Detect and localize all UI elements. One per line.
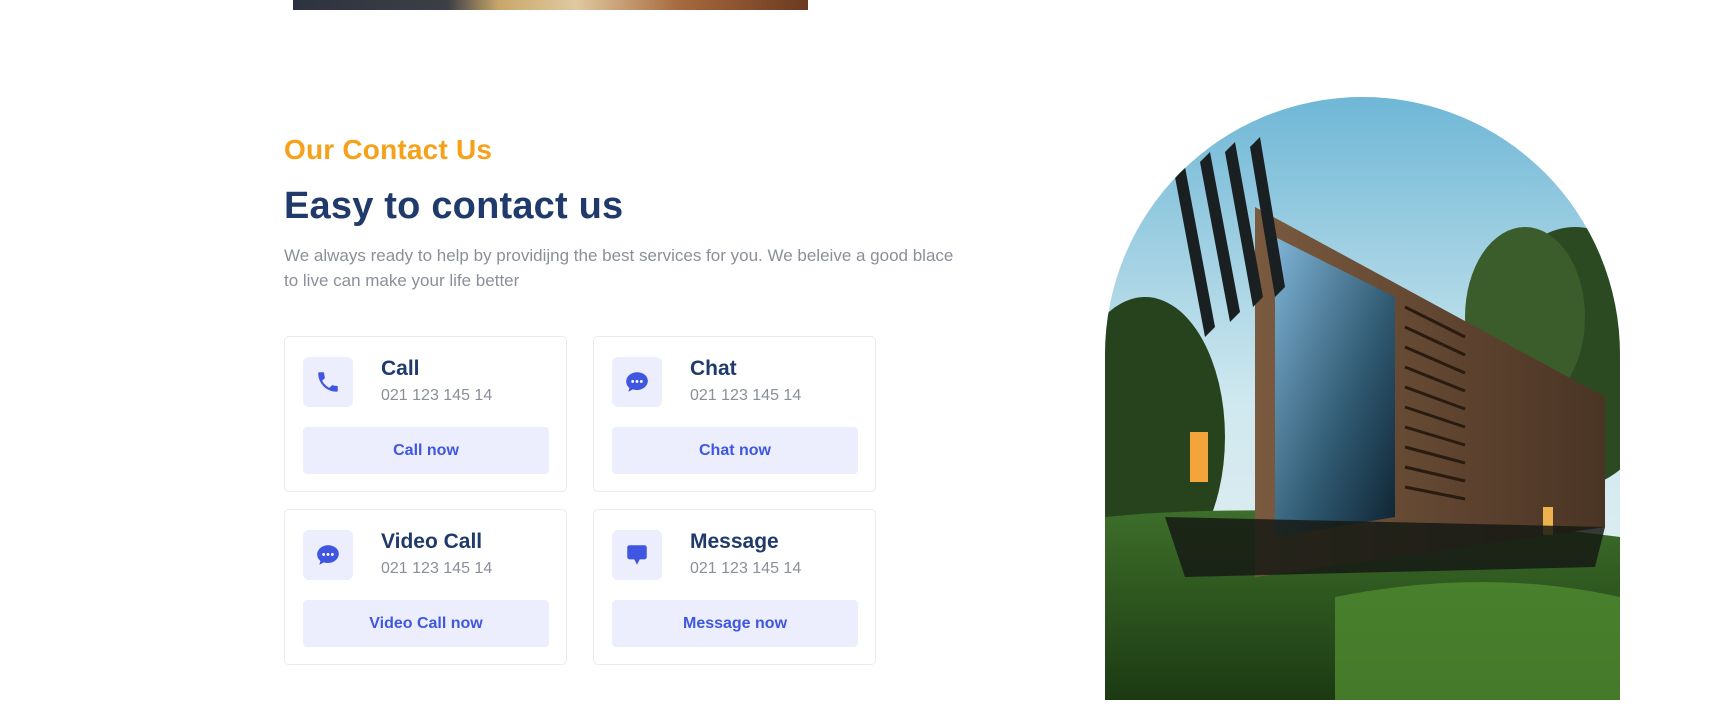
contact-card-video-call: Video Call 021 123 145 14 Video Call now: [284, 509, 567, 665]
card-title: Call: [381, 357, 420, 380]
previous-section-image: [293, 0, 808, 10]
card-phone-number: 021 123 145 14: [690, 560, 802, 577]
card-phone-number: 021 123 145 14: [690, 387, 802, 404]
contact-section: Our Contact Us Easy to contact us We alw…: [0, 0, 1715, 707]
section-description: We always ready to help by providijng th…: [284, 246, 954, 290]
chat-dots-icon: [612, 357, 662, 407]
call-now-button[interactable]: Call now: [303, 427, 549, 474]
card-title: Message: [690, 530, 779, 553]
modern-house-image: [1105, 97, 1620, 700]
card-phone-number: 021 123 145 14: [381, 387, 493, 404]
message-icon: [612, 530, 662, 580]
house-illustration: [1105, 97, 1620, 700]
message-now-button[interactable]: Message now: [612, 600, 858, 647]
contact-card-chat: Chat 021 123 145 14 Chat now: [593, 336, 876, 492]
contact-card-call: Call 021 123 145 14 Call now: [284, 336, 567, 492]
chat-dots-icon: [303, 530, 353, 580]
card-phone-number: 021 123 145 14: [381, 560, 493, 577]
card-title: Chat: [690, 357, 737, 380]
section-eyebrow: Our Contact Us: [284, 134, 493, 165]
video-call-now-button[interactable]: Video Call now: [303, 600, 549, 647]
section-headline: Easy to contact us: [284, 185, 624, 227]
phone-icon: [303, 357, 353, 407]
chat-now-button[interactable]: Chat now: [612, 427, 858, 474]
card-title: Video Call: [381, 530, 483, 553]
contact-card-message: Message 021 123 145 14 Message now: [593, 509, 876, 665]
